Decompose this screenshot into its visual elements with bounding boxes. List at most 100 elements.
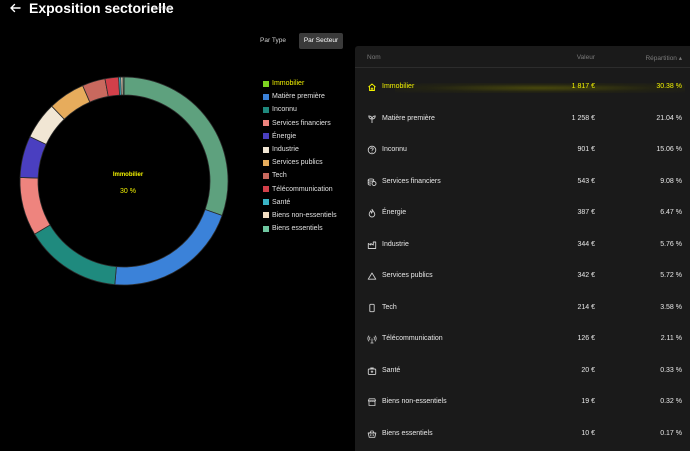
phone-icon <box>367 303 377 313</box>
legend-label: Industrie <box>272 146 299 154</box>
table-row[interactable]: Immobilier 1 817 € 30.38 % <box>355 71 690 103</box>
table-row[interactable]: Matière première 1 258 € 21.04 % <box>355 103 690 135</box>
table-row[interactable]: Biens non-essentiels 19 € 0.32 % <box>355 386 690 418</box>
flame-icon <box>367 208 377 218</box>
row-share: 0.17 % <box>660 429 682 437</box>
row-share: 9.08 % <box>660 177 682 185</box>
row-name: Immobilier <box>382 83 415 90</box>
legend-swatch <box>263 133 269 140</box>
table-row[interactable]: Tech 214 € 3.58 % <box>355 292 690 324</box>
table-row[interactable]: Énergie 387 € 6.47 % <box>355 197 690 229</box>
row-value: 387 € <box>577 209 595 216</box>
row-highlight <box>395 83 685 93</box>
legend-label: Tech <box>272 172 287 180</box>
donut-segment[interactable] <box>34 224 117 286</box>
triangle-icon <box>367 271 377 281</box>
legend-item[interactable]: Biens essentiels <box>263 222 337 235</box>
row-value: 342 € <box>577 272 595 279</box>
legend-label: Santé <box>272 198 291 206</box>
factory-icon <box>367 240 377 250</box>
legend-item[interactable]: Tech <box>263 169 337 182</box>
table-row[interactable]: Inconnu 901 € 15.06 % <box>355 134 690 166</box>
legend-label: Matière première <box>272 93 325 101</box>
legend-swatch <box>263 146 269 153</box>
row-share: 0.32 % <box>660 398 682 405</box>
legend-swatch <box>263 199 269 206</box>
row-value: 1 817 € <box>571 83 595 90</box>
row-share: 30.38 % <box>656 83 682 90</box>
legend-swatch <box>263 225 269 232</box>
column-header-name: Nom <box>367 54 381 61</box>
donut-center-label: Immobilier <box>112 172 144 178</box>
legend-label: Biens non-essentiels <box>272 211 337 219</box>
donut-segment[interactable] <box>114 208 223 286</box>
row-value: 19 € <box>581 398 595 405</box>
plant-icon <box>367 114 377 124</box>
legend-swatch <box>263 106 269 113</box>
question-icon <box>367 145 377 155</box>
legend-label: Services publics <box>272 159 323 167</box>
legend-item[interactable]: Services publics <box>263 156 337 169</box>
chart-legend: Immobilier Matière première Inconnu Service… <box>263 77 337 235</box>
coins-icon <box>367 177 377 187</box>
row-name: Énergie <box>382 209 407 216</box>
row-share: 0.33 % <box>660 366 682 374</box>
legend-item[interactable]: Énergie <box>263 130 337 143</box>
row-name: Inconnu <box>382 146 407 153</box>
row-name: Tech <box>382 303 397 311</box>
row-name: Santé <box>382 366 401 374</box>
view-toggle: Par Type Par Secteur <box>253 33 343 49</box>
donut-segment[interactable] <box>19 177 51 235</box>
house-icon <box>367 82 377 92</box>
row-name: Matière première <box>382 114 435 122</box>
row-share: 15.06 % <box>656 146 682 153</box>
store-icon <box>367 397 377 407</box>
table-row[interactable]: Santé 20 € 0.33 % <box>355 355 690 387</box>
row-name: Biens non-essentiels <box>382 398 447 405</box>
legend-swatch <box>263 120 269 127</box>
row-share: 21.04 % <box>656 114 682 122</box>
row-value: 1 258 € <box>571 114 595 122</box>
row-share: 2.11 % <box>660 335 682 342</box>
legend-label: Énergie <box>272 132 297 140</box>
legend-item[interactable]: Immobilier <box>263 77 337 90</box>
antenna-icon <box>367 334 377 344</box>
table-row[interactable]: Industrie 344 € 5.76 % <box>355 229 690 261</box>
row-name: Biens essentiels <box>382 429 433 437</box>
row-name: Services financiers <box>382 177 441 185</box>
legend-label: Immobilier <box>272 80 305 88</box>
donut-segment[interactable] <box>122 76 125 96</box>
table-header: Nom Valeur Répartition ▴ <box>355 46 690 68</box>
row-share: 6.47 % <box>660 209 682 216</box>
medkit-icon <box>367 366 377 376</box>
table-row[interactable]: Services financiers 543 € 9.08 % <box>355 166 690 198</box>
row-value: 344 € <box>577 240 595 248</box>
legend-swatch <box>263 186 269 193</box>
table-row[interactable]: Biens essentiels 10 € 0.17 % <box>355 418 690 450</box>
row-value: 20 € <box>581 366 595 374</box>
row-value: 10 € <box>581 429 595 437</box>
tab-by-sector[interactable]: Par Secteur <box>299 33 343 49</box>
legend-item[interactable]: Matière première <box>263 90 337 103</box>
table-row[interactable]: Télécommunication 126 € 2.11 % <box>355 323 690 355</box>
row-share: 3.58 % <box>660 303 682 311</box>
legend-swatch <box>263 159 269 166</box>
row-name: Industrie <box>382 240 409 248</box>
legend-item[interactable]: Industrie <box>263 143 337 156</box>
row-share: 5.72 % <box>660 272 682 279</box>
row-value: 214 € <box>577 303 595 311</box>
sector-table: Nom Valeur Répartition ▴ Immobilier 1 817… <box>355 46 690 451</box>
legend-label: Services financiers <box>272 119 331 127</box>
legend-item[interactable]: Télécommunication <box>263 183 337 196</box>
legend-swatch <box>263 93 269 100</box>
column-header-value: Valeur <box>576 54 595 61</box>
table-row[interactable]: Services publics 342 € 5.72 % <box>355 260 690 292</box>
legend-swatch <box>263 80 269 87</box>
legend-item[interactable]: Biens non-essentiels <box>263 209 337 222</box>
column-header-share[interactable]: Répartition ▴ <box>645 54 682 62</box>
legend-item[interactable]: Services financiers <box>263 117 337 130</box>
sector-donut-chart <box>19 76 229 286</box>
legend-label: Télécommunication <box>272 185 333 193</box>
legend-item[interactable]: Inconnu <box>263 103 337 116</box>
legend-item[interactable]: Santé <box>263 196 337 209</box>
